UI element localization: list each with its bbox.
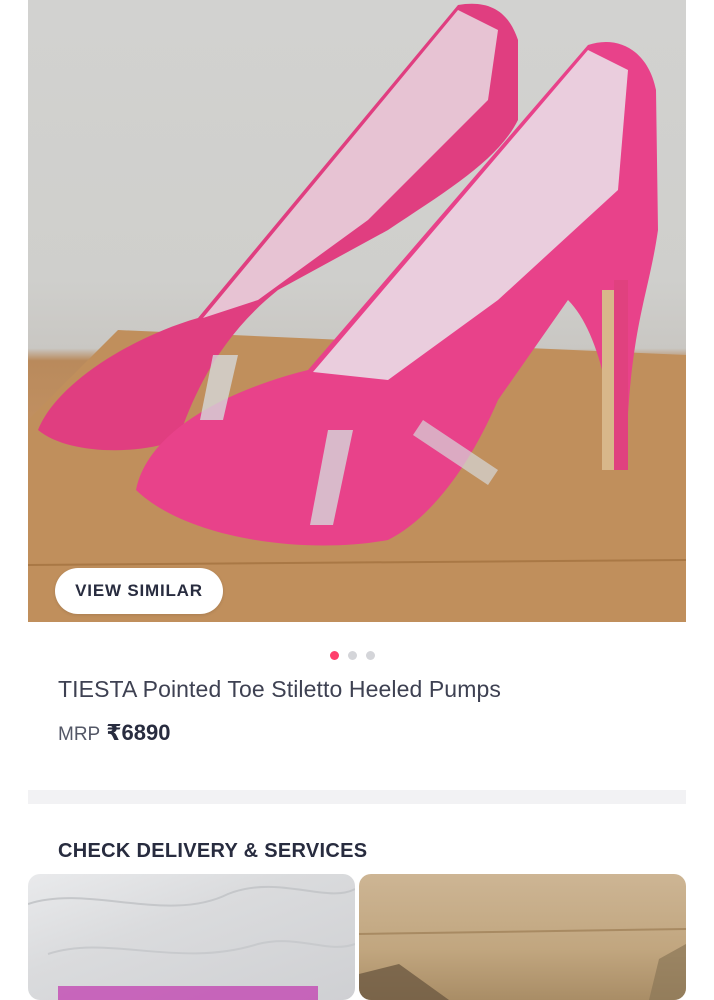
packaging-image-bag[interactable] [28,874,355,1000]
mrp-label: MRP [58,724,101,745]
carousel-dot[interactable] [366,651,375,660]
delivery-section-title: CHECK DELIVERY & SERVICES [58,840,368,862]
carousel-dot[interactable] [330,651,339,660]
packaging-image-box[interactable] [359,874,686,1000]
section-divider [28,790,686,804]
product-price: ₹6890 [106,720,171,745]
pink-heels-illustration [28,3,686,622]
cardboard-box-illustration [359,928,686,1000]
carousel-dot[interactable] [348,651,357,660]
plastic-bag-illustration [28,885,355,1000]
image-carousel-indicator [330,651,375,660]
view-similar-button[interactable]: VIEW SIMILAR [55,568,223,614]
price-row: MRP ₹6890 [58,720,170,746]
product-image[interactable]: VIEW SIMILAR [28,0,686,622]
product-title: TIESTA Pointed Toe Stiletto Heeled Pumps [58,676,501,702]
